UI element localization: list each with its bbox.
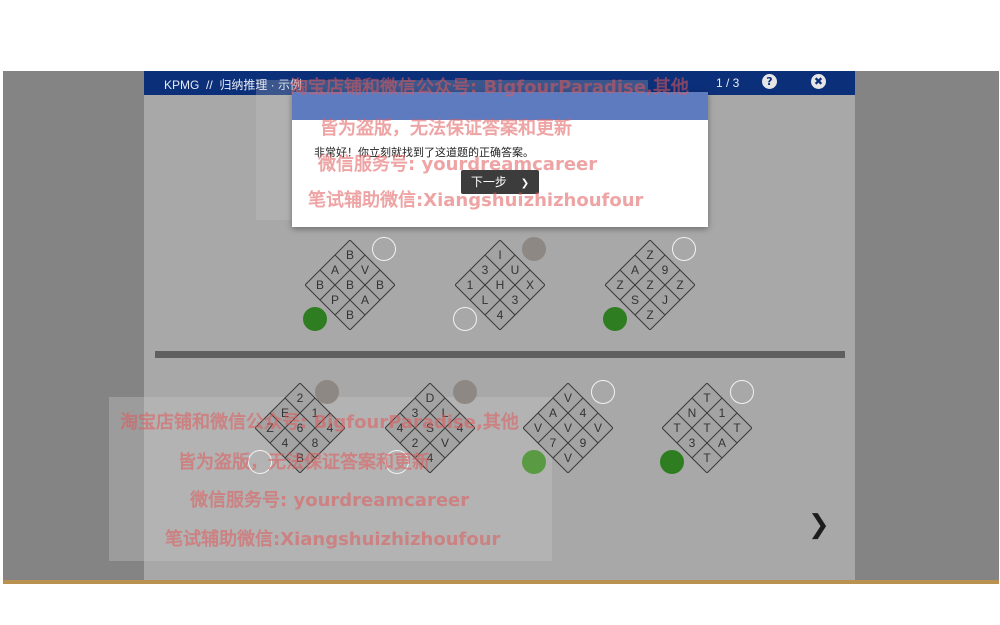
close-circle-icon[interactable]: ✖ — [811, 74, 826, 89]
watermark-text: 淘宝店铺和微信公众号: BigfourParadise,其他 — [120, 412, 519, 433]
grid-cell: A — [330, 263, 339, 277]
grid-cell: S — [630, 293, 639, 307]
grid-cell: P — [330, 293, 339, 307]
answer-circle-selected[interactable] — [303, 307, 327, 331]
grid-cell: 3 — [481, 263, 489, 277]
grid-cell: L — [481, 293, 489, 307]
page-indicator: 1 / 3 — [716, 76, 740, 90]
grid-cell: V — [360, 263, 369, 277]
answer-circle-option[interactable] — [672, 237, 696, 261]
grid-cell: B — [345, 308, 354, 322]
answer-circle-option[interactable] — [453, 380, 477, 404]
grid-cell: B — [345, 278, 354, 292]
grid-cell: V — [563, 451, 572, 465]
grid-cell: Z — [646, 308, 654, 322]
grid-cell: 9 — [579, 436, 587, 450]
grid-cell: V — [563, 421, 572, 435]
watermark-text: 皆为盗版，无法保证答案和更新 — [178, 452, 430, 473]
grid-cell: B — [315, 278, 324, 292]
grid-cell: A — [630, 263, 639, 277]
grid-cell: 3 — [688, 436, 696, 450]
watermark-text: 皆为盗版，无法保证答案和更新 — [320, 118, 572, 139]
answer-circle-selected[interactable] — [522, 450, 546, 474]
question-circle-icon[interactable]: ? — [762, 74, 777, 89]
grid-cell: V — [440, 436, 449, 450]
grid-cell: B — [345, 248, 354, 262]
bottom-strip — [3, 580, 999, 584]
answer-circle-option[interactable] — [372, 237, 396, 261]
grid-cell: 1 — [466, 278, 474, 292]
answer-circle-option[interactable] — [315, 380, 339, 404]
watermark-text: 淘宝店铺和微信公众号: BigfourParadise,其他 — [290, 77, 689, 98]
grid-cell: B — [375, 278, 384, 292]
watermark-text: 笔试辅助微信:Xiangshuizhizhoufour — [308, 190, 644, 211]
grid-cell: Z — [646, 278, 654, 292]
grid-cell: U — [510, 263, 520, 277]
answer-circle-option[interactable] — [522, 237, 546, 261]
grid-cell: V — [563, 391, 572, 405]
grid-cell: X — [525, 278, 534, 292]
grid-cell: D — [425, 391, 435, 405]
grid-cell: H — [495, 278, 505, 292]
watermark-text: 微信服务号: yourdreamcareer — [318, 154, 598, 175]
grid-cell: I — [498, 248, 502, 262]
watermark-text: 微信服务号: yourdreamcareer — [190, 490, 470, 511]
grid-cell: Z — [676, 278, 684, 292]
section-divider — [155, 351, 845, 358]
grid-cell: A — [360, 293, 369, 307]
grid-cell: T — [703, 391, 711, 405]
answer-circle-option[interactable] — [453, 307, 477, 331]
answer-circle-option[interactable] — [730, 380, 754, 404]
grid-cell: 2 — [296, 391, 304, 405]
answer-circle-selected[interactable] — [660, 450, 684, 474]
watermark-text: 笔试辅助微信:Xiangshuizhizhoufour — [165, 529, 501, 550]
grid-cell: T — [703, 421, 711, 435]
grid-cell: 9 — [661, 263, 669, 277]
grid-cell: Z — [646, 248, 654, 262]
grid-cell: J — [662, 293, 668, 307]
grid-cell: A — [548, 406, 557, 420]
grid-cell: 4 — [579, 406, 587, 420]
next-page-arrow-icon[interactable]: ❯ — [808, 510, 830, 540]
grid-cell: Z — [616, 278, 624, 292]
grid-cell: 1 — [718, 406, 726, 420]
grid-cell: A — [717, 436, 726, 450]
grid-cell: 7 — [549, 436, 557, 450]
grid-cell: T — [733, 421, 741, 435]
grid-cell: T — [673, 421, 681, 435]
grid-cell: V — [593, 421, 602, 435]
grid-cell: N — [687, 406, 697, 420]
grid-cell: 4 — [496, 308, 504, 322]
answer-circle-option[interactable] — [591, 380, 615, 404]
answer-circle-selected[interactable] — [603, 307, 627, 331]
grid-cell: V — [533, 421, 542, 435]
grid-cell: T — [703, 451, 711, 465]
grid-cell: 3 — [511, 293, 519, 307]
